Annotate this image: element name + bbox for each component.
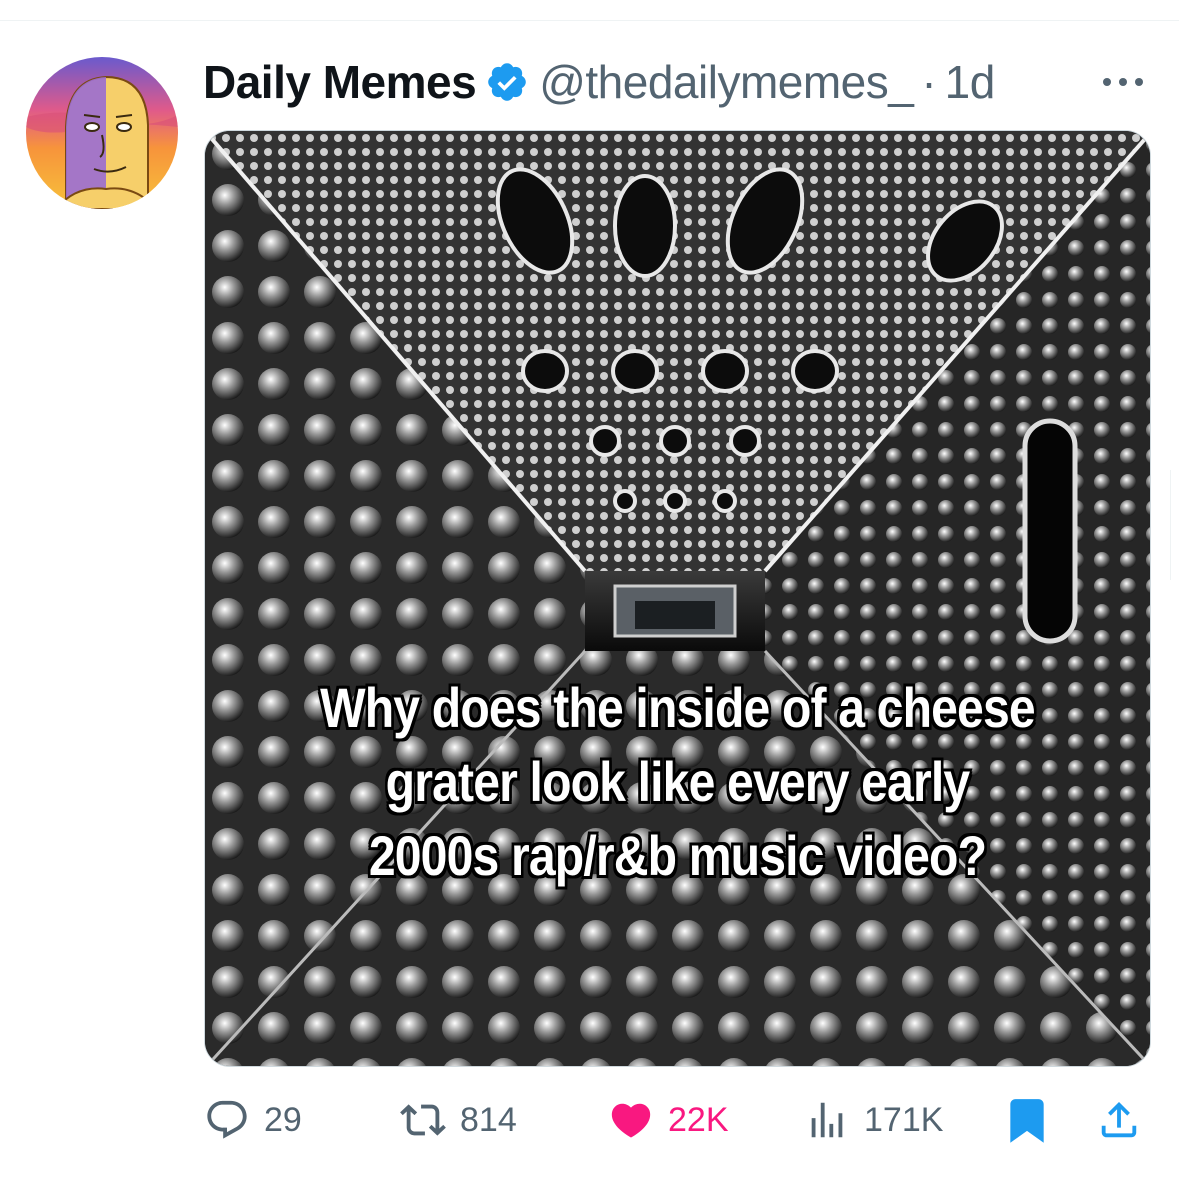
- reply-button[interactable]: 29: [204, 1090, 302, 1150]
- scroll-edge: [1170, 470, 1179, 580]
- views-icon: [811, 1102, 843, 1138]
- like-count: 22K: [668, 1100, 729, 1139]
- repost-button[interactable]: 814: [400, 1090, 517, 1150]
- meme-caption-line-3: 2000s rap/r&b music video?: [368, 824, 987, 887]
- more-icon[interactable]: [1098, 62, 1148, 102]
- like-icon: [611, 1103, 651, 1138]
- share-icon: [1101, 1101, 1137, 1138]
- display-name[interactable]: Daily Memes: [203, 55, 477, 109]
- avatar[interactable]: [26, 57, 178, 209]
- meme-caption-line-2: grater look like every early: [385, 750, 971, 813]
- bookmark-icon: [1010, 1099, 1044, 1143]
- meme-caption-line-1: Why does the inside of a cheese: [320, 676, 1036, 739]
- post-header: Daily Memes @thedailymemes_ · 1d: [203, 52, 995, 112]
- verified-badge-icon[interactable]: [485, 60, 529, 104]
- views-count: 171K: [864, 1100, 944, 1139]
- repost-count: 814: [460, 1100, 517, 1139]
- reply-icon: [207, 1100, 247, 1139]
- separator-dot: ·: [921, 56, 937, 108]
- repost-icon: [400, 1104, 446, 1136]
- bookmark-button[interactable]: [1002, 1090, 1052, 1150]
- reply-count: 29: [264, 1100, 302, 1139]
- action-bar: 29 814 22K 171K: [0, 1090, 1179, 1150]
- meme-caption: Why does the inside of a cheese grater l…: [271, 671, 1084, 893]
- post-media[interactable]: Why does the inside of a cheese grater l…: [204, 130, 1151, 1067]
- views-button[interactable]: 171K: [804, 1090, 943, 1150]
- top-divider: [0, 20, 1179, 21]
- handle[interactable]: @thedailymemes_: [539, 55, 914, 109]
- like-button[interactable]: 22K: [608, 1090, 729, 1150]
- share-button[interactable]: [1096, 1090, 1142, 1150]
- timestamp[interactable]: 1d: [945, 55, 996, 109]
